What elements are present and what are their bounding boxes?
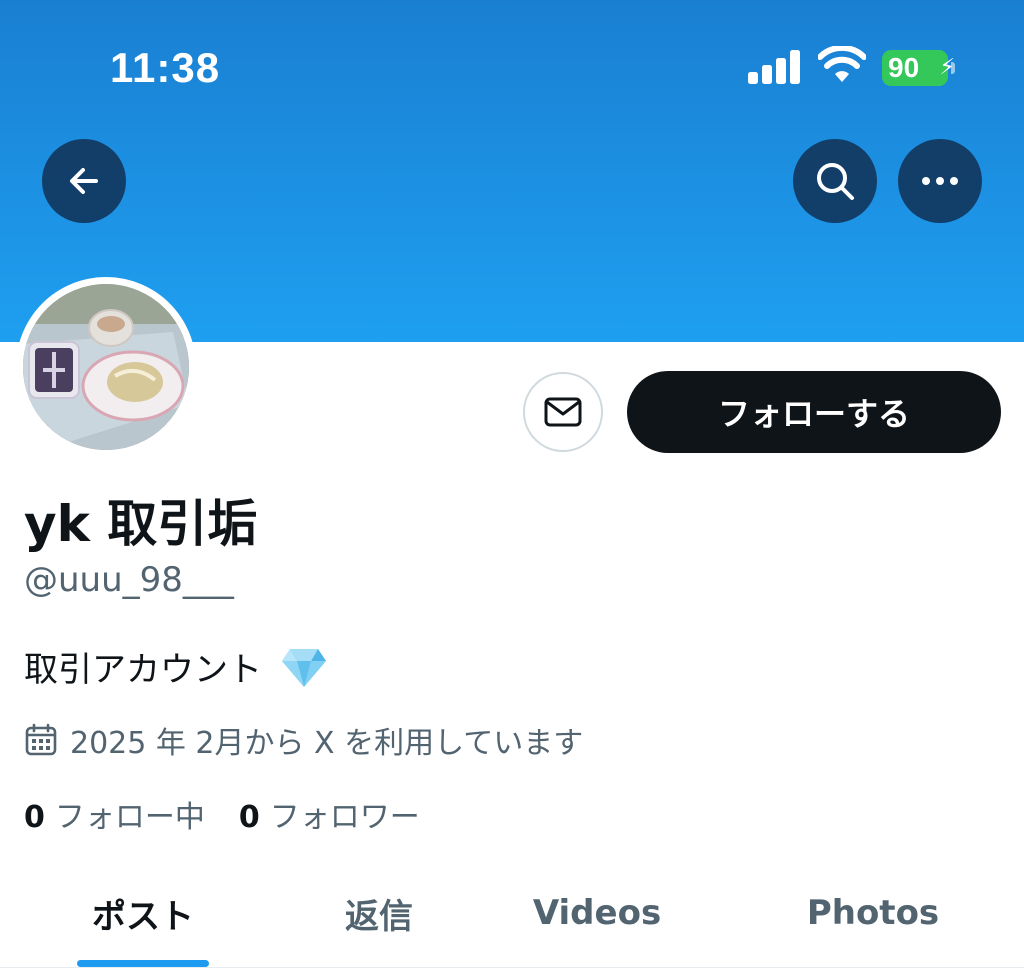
message-button[interactable] [523,372,603,452]
bio-text: 取引アカウント [24,650,262,690]
user-handle: @uuu_98___ [24,560,234,600]
calendar-icon [25,723,57,756]
tab-videos[interactable]: Videos [494,860,700,966]
status-bar: 11:38 90 ⚡ [0,0,1024,130]
join-date-text: 2025 年 2月から X を利用しています [70,726,584,761]
follow-stats: 0 フォロー中 0 フォロワー [24,792,420,836]
wifi-icon [818,46,866,82]
tabs-divider [0,967,1024,968]
more-horizontal-icon [922,177,958,185]
followers-count: 0 [238,800,260,835]
following-label: フォロー中 [54,800,205,835]
battery-level-text: 90 [888,52,920,83]
display-name: yk 取引垢 [24,495,258,553]
following-count: 0 [24,800,45,835]
battery-indicator: 90 ⚡ [882,50,958,86]
join-date: 2025 年 2月から X を利用しています [24,718,583,762]
mail-icon [544,397,582,427]
avatar[interactable] [16,277,196,457]
status-time: 11:38 [110,44,221,91]
followers-label: フォロワー [269,800,420,835]
profile-tabs: ポスト 返信 Videos Photos [0,860,1024,968]
follow-button[interactable]: フォローする [627,371,1001,453]
search-button[interactable] [793,139,877,223]
more-button[interactable] [898,139,982,223]
following-link[interactable]: 0 フォロー中 [24,792,205,836]
battery-cap [951,62,955,74]
avatar-photo [23,284,189,450]
arrow-left-icon [70,168,98,194]
avatar-photo-illustration [23,284,189,450]
gem-icon [282,648,326,687]
tab-posts[interactable]: ポスト [40,860,246,966]
battery-level: 90 [882,50,948,86]
bio: 取引アカウント [24,642,328,691]
followers-link[interactable]: 0 フォロワー [239,792,420,836]
search-icon [817,163,854,200]
back-button[interactable] [42,139,126,223]
tab-photos[interactable]: Photos [760,860,986,966]
tab-replies[interactable]: 返信 [276,860,482,966]
active-tab-indicator [77,960,209,967]
cellular-signal-icon [748,50,800,84]
